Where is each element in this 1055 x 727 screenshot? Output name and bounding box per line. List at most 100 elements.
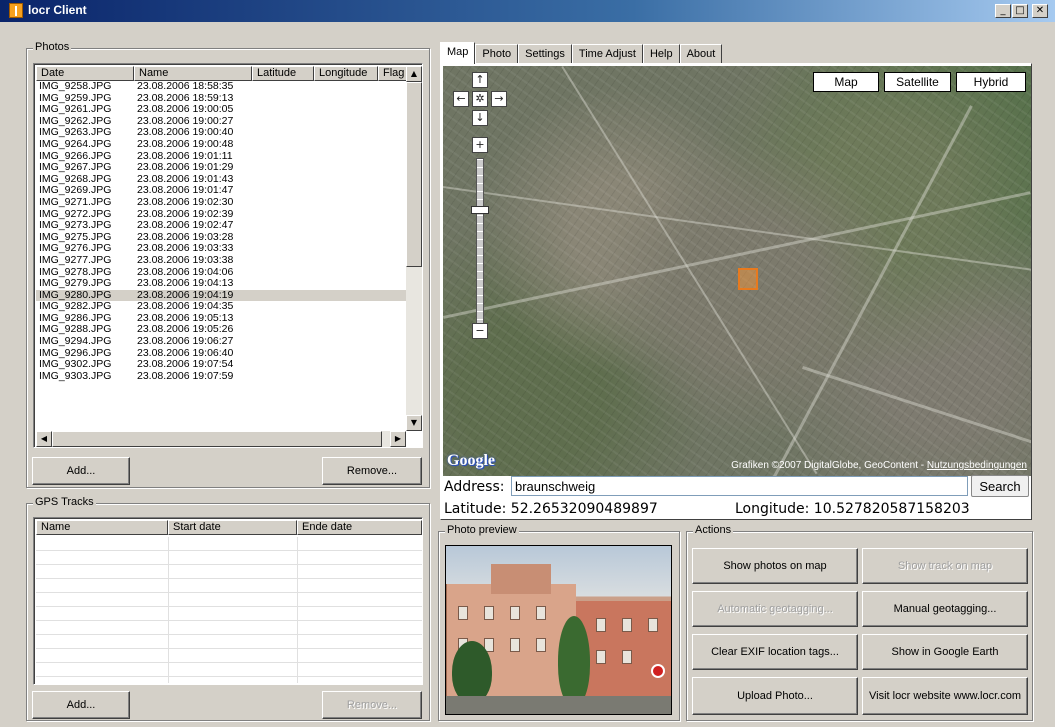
preview-window — [648, 618, 658, 632]
photos-list[interactable]: Date Name Latitude Longitude Flag IMG_92… — [33, 63, 423, 448]
pan-center-icon[interactable]: ✲ — [472, 91, 488, 107]
add-gps-track-button[interactable]: Add... — [32, 691, 130, 719]
photo-datetime: 23.08.2006 19:02:47 — [137, 219, 234, 232]
preview-building-tower — [491, 564, 551, 594]
scroll-right-arrow-icon[interactable]: ▶ — [390, 431, 406, 447]
photo-list-row[interactable]: IMG_9273.JPG 23.08.2006 19:02:47 — [36, 220, 408, 232]
clear-exif-location-tags-button[interactable]: Clear EXIF location tags... — [692, 634, 858, 670]
tab-time-adjust[interactable]: Time Adjust — [571, 44, 643, 64]
column-header-end-date[interactable]: Ende date — [297, 520, 422, 535]
scroll-up-arrow-icon[interactable]: ▲ — [406, 66, 422, 82]
maximize-button[interactable]: □ — [1012, 4, 1028, 18]
tab-about[interactable]: About — [679, 44, 723, 64]
preview-window — [596, 650, 606, 664]
photo-list-row[interactable]: IMG_9303.JPG 23.08.2006 19:07:59 — [36, 369, 408, 383]
preview-window — [510, 606, 520, 620]
photo-filename: IMG_9294.JPG — [39, 335, 112, 348]
remove-gps-track-button[interactable]: Remove... — [322, 691, 422, 719]
show-in-google-earth-button[interactable]: Show in Google Earth — [862, 634, 1028, 670]
photo-datetime: 23.08.2006 19:01:29 — [137, 161, 234, 174]
zoom-slider-track[interactable] — [476, 158, 484, 330]
photo-filename: IMG_9277.JPG — [39, 253, 112, 266]
pan-up-arrow-icon[interactable]: ↑ — [472, 72, 488, 88]
photo-location-marker-icon[interactable] — [738, 268, 758, 290]
photo-filename: IMG_9264.JPG — [39, 137, 112, 150]
minimize-button[interactable]: _ — [995, 4, 1011, 18]
map-type-satellite-button[interactable]: Satellite — [884, 72, 951, 92]
map-type-map-button[interactable]: Map — [813, 72, 879, 92]
column-header-track-name[interactable]: Name — [36, 520, 168, 535]
photo-list-row[interactable]: IMG_9271.JPG 23.08.2006 19:02:30 — [36, 196, 408, 209]
tab-photo[interactable]: Photo — [475, 44, 519, 64]
gps-list-grid — [36, 537, 422, 683]
satellite-map[interactable]: Map Satellite Hybrid ↑ ← ✲ → ↓ + − Googl… — [443, 66, 1031, 476]
column-header-start-date[interactable]: Start date — [168, 520, 297, 535]
window-title: locr Client — [28, 3, 87, 17]
zoom-in-icon[interactable]: + — [472, 137, 488, 153]
google-logo-text: Google — [447, 452, 495, 469]
main-tabs: Map Photo Settings Time Adjust Help Abou… — [440, 42, 723, 64]
map-type-hybrid-button[interactable]: Hybrid — [956, 72, 1026, 92]
tab-settings[interactable]: Settings — [518, 44, 572, 64]
address-input[interactable] — [511, 476, 968, 496]
photo-preview-group-label: Photo preview — [445, 524, 519, 536]
photo-datetime: 23.08.2006 19:06:27 — [137, 335, 234, 348]
close-button[interactable]: ✕ — [1032, 4, 1048, 18]
photo-datetime: 23.08.2006 19:07:59 — [137, 369, 234, 382]
tab-map[interactable]: Map — [440, 42, 476, 64]
visit-locr-website-button[interactable]: Visit locr website www.locr.com — [862, 677, 1028, 715]
manual-geotagging-button[interactable]: Manual geotagging... — [862, 591, 1028, 627]
automatic-geotagging-button[interactable]: Automatic geotagging... — [692, 591, 858, 627]
column-header-date[interactable]: Date — [36, 66, 134, 81]
preview-window — [536, 606, 546, 620]
preview-tree — [452, 641, 492, 703]
gps-column-divider — [297, 537, 298, 683]
gps-tracks-list[interactable]: Name Start date Ende date — [33, 517, 423, 685]
column-header-flag[interactable]: Flag — [378, 66, 408, 81]
pan-left-arrow-icon[interactable]: ← — [453, 91, 469, 107]
tab-help[interactable]: Help — [642, 44, 680, 64]
photo-list-row[interactable]: IMG_9294.JPG 23.08.2006 19:06:27 — [36, 335, 408, 348]
gps-list-header: Name Start date Ende date — [36, 520, 422, 535]
photo-datetime: 23.08.2006 18:58:35 — [137, 81, 234, 92]
gps-column-divider — [168, 537, 169, 683]
locr-app-icon — [9, 3, 23, 18]
photos-scroll-thumb[interactable] — [406, 82, 422, 267]
photo-filename: IMG_9303.JPG — [39, 369, 112, 382]
upload-photo-button[interactable]: Upload Photo... — [692, 677, 858, 715]
photo-list-row[interactable]: IMG_9277.JPG 23.08.2006 19:03:38 — [36, 253, 408, 267]
column-header-longitude[interactable]: Longitude — [314, 66, 378, 81]
add-photos-button[interactable]: Add... — [32, 457, 130, 485]
column-header-name[interactable]: Name — [134, 66, 252, 81]
photo-datetime: 23.08.2006 19:00:48 — [137, 137, 234, 150]
photo-preview-image — [445, 545, 672, 715]
preview-window — [596, 618, 606, 632]
preview-tree — [558, 616, 590, 706]
photos-horizontal-scrollbar[interactable]: ◀ ▶ — [36, 431, 406, 447]
preview-window — [536, 638, 546, 652]
terms-of-use-link[interactable]: Nutzungsbedingungen — [927, 460, 1027, 471]
photo-filename: IMG_9258.JPG — [39, 81, 112, 92]
preview-street — [446, 696, 671, 714]
show-photos-on-map-button[interactable]: Show photos on map — [692, 548, 858, 584]
zoom-out-icon[interactable]: − — [472, 323, 488, 339]
zoom-slider-handle[interactable] — [471, 206, 489, 214]
photo-list-row[interactable]: IMG_9267.JPG 23.08.2006 19:01:29 — [36, 162, 408, 174]
pan-down-arrow-icon[interactable]: ↓ — [472, 110, 488, 126]
photo-list-row[interactable]: IMG_9258.JPG 23.08.2006 18:58:35 — [36, 81, 408, 93]
photo-list-row[interactable]: IMG_9264.JPG 23.08.2006 19:00:48 — [36, 137, 408, 151]
photos-vertical-scrollbar[interactable]: ▲ ▼ — [406, 66, 422, 431]
scroll-down-arrow-icon[interactable]: ▼ — [406, 415, 422, 431]
title-bar[interactable]: locr Client _ □ ✕ — [0, 0, 1055, 22]
show-track-on-map-button[interactable]: Show track on map — [862, 548, 1028, 584]
remove-photos-button[interactable]: Remove... — [322, 457, 422, 485]
column-header-latitude[interactable]: Latitude — [252, 66, 314, 81]
photos-rows: IMG_9258.JPG 23.08.2006 18:58:35 IMG_9259.… — [36, 81, 408, 431]
search-button[interactable]: Search — [971, 475, 1029, 497]
pan-right-arrow-icon[interactable]: → — [491, 91, 507, 107]
photo-filename: IMG_9273.JPG — [39, 219, 112, 232]
photos-group-label: Photos — [33, 41, 72, 53]
scroll-left-arrow-icon[interactable]: ◀ — [36, 431, 52, 447]
photo-list-row[interactable]: IMG_9279.JPG 23.08.2006 19:04:13 — [36, 277, 408, 290]
photos-hscroll-thumb[interactable] — [52, 431, 382, 447]
